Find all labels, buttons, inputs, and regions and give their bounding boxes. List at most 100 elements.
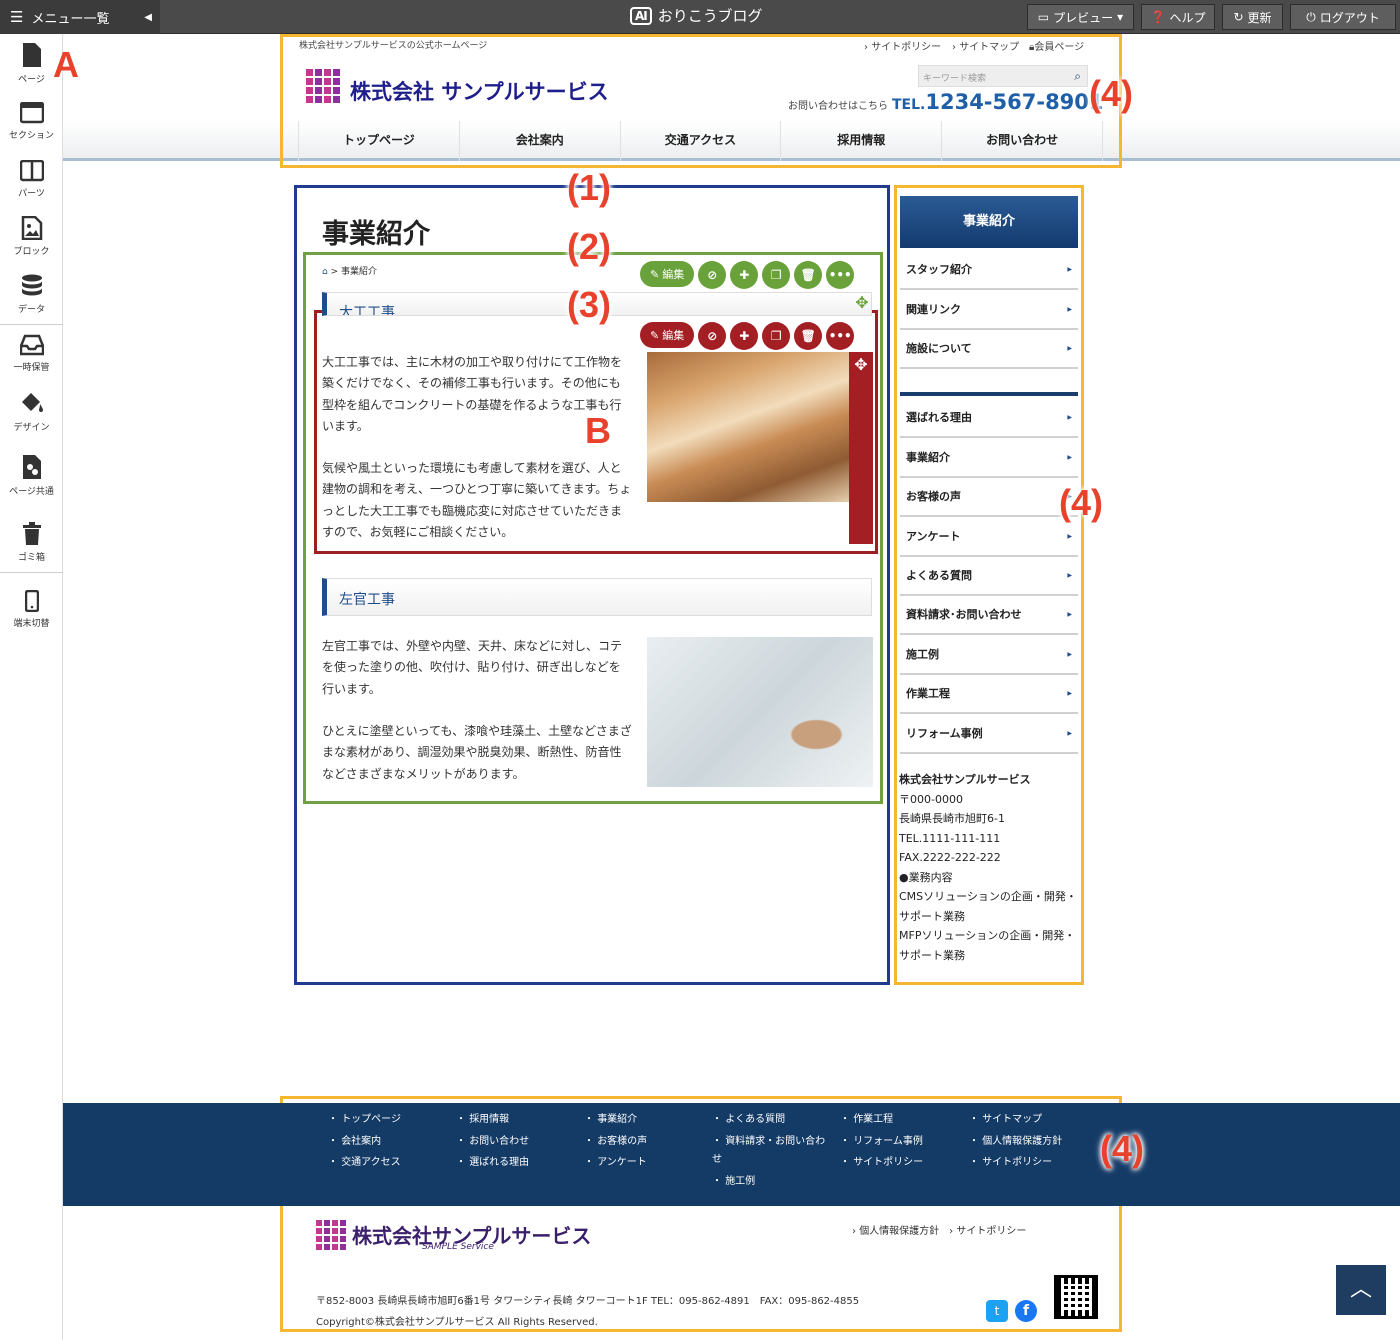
parts-edit-button[interactable]: ✎ 編集 [640, 322, 695, 348]
plastering-photo [647, 637, 873, 787]
footer-link[interactable]: ・ 施工例 [712, 1172, 755, 1187]
parts-add-button[interactable]: ✚ [730, 322, 759, 350]
section-more-button[interactable]: ••• [826, 261, 855, 289]
cms-topbar: ☰ メニュー一覧 ◀ AI おりこうブログ ▭ プレビュー ▾ ❓ ヘルプ ↻ 更新 ⏻… [0, 0, 1400, 34]
sidebar-item-shared-page[interactable]: ページ共通 [0, 454, 63, 497]
side-item-links[interactable]: 関連リンク ▶ [900, 290, 1078, 330]
sidebar-item-parts[interactable]: パーツ [0, 160, 63, 199]
footer-link[interactable]: ・ お問い合わせ [456, 1132, 529, 1147]
section-edit-button[interactable]: ✎ 編集 [640, 261, 695, 287]
twitter-icon[interactable]: t [986, 1300, 1008, 1322]
section-heading-plastering[interactable]: 左官工事 [322, 578, 872, 616]
section-icon [19, 102, 44, 124]
chevron-right-icon: ▶ [1067, 651, 1072, 658]
footer-link[interactable]: ・ アンケート [584, 1153, 647, 1168]
collapse-icon[interactable]: ◀ [144, 12, 152, 23]
footer-link-wrap[interactable]: せ [712, 1150, 722, 1165]
annotation-4-side: (4) [1059, 482, 1103, 523]
side-item-facility[interactable]: 施設について ▶ [900, 329, 1078, 369]
sidebar-item-trash[interactable]: ゴミ箱 [0, 522, 63, 563]
parts-delete-button[interactable]: 🗑︎ [794, 322, 823, 350]
annotation-a: A [53, 44, 80, 85]
footer-link-label: 個人情報保護方針 [982, 1136, 1063, 1147]
footer-link[interactable]: ・ 作業工程 [840, 1110, 893, 1125]
footer-link[interactable]: ・ 選ばれる理由 [456, 1153, 529, 1168]
home-icon[interactable]: ⌂ [322, 267, 328, 277]
annotation-3: (3) [567, 284, 611, 325]
sidebar-item-design[interactable]: デザイン [0, 390, 63, 433]
side-item-examples[interactable]: 施工例 ▶ [900, 635, 1078, 675]
cms-sidebar: ページ セクション パーツ ブロック データ 一時保管 デザイン ページ共通 ゴ… [0, 34, 63, 1340]
side-item-request[interactable]: 資料請求･お問い合わせ ▶ [900, 595, 1078, 635]
sidebar-item-temp-storage[interactable]: 一時保管 [0, 334, 63, 373]
parts-more-button[interactable]: ••• [826, 322, 855, 350]
footer-link[interactable]: ・ リフォーム事例 [840, 1132, 923, 1147]
footer-sub-links: › 個人情報保護方針 › サイトポリシー [852, 1226, 1027, 1237]
sidebar-label: ブロック [13, 247, 50, 257]
footer-logo-mark[interactable] [316, 1220, 346, 1250]
copy-icon: ❐ [770, 329, 782, 343]
section-visibility-button[interactable]: ⊘ [698, 261, 727, 289]
side-item-process[interactable]: 作業工程 ▶ [900, 674, 1078, 714]
side-item-label: 作業工程 [906, 687, 950, 700]
side-item-reform[interactable]: リフォーム事例 ▶ [900, 714, 1078, 754]
facebook-icon[interactable]: f [1015, 1300, 1037, 1322]
footer-link[interactable]: ・ よくある質問 [712, 1110, 785, 1125]
side-item-voices[interactable]: お客様の声 ▶ [900, 477, 1078, 517]
trash-icon: 🗑︎ [800, 329, 816, 343]
footer-link[interactable]: ・ 会社案内 [328, 1132, 381, 1147]
parts-copy-button[interactable]: ❐ [762, 322, 791, 350]
footer-link[interactable]: ・ サイトポリシー [840, 1153, 923, 1168]
section-move-icon[interactable]: ✥ [851, 291, 873, 313]
footer-policy-link[interactable]: サイトポリシー [956, 1226, 1026, 1237]
footer-link-label: お問い合わせ [469, 1136, 530, 1147]
brand-logo-icon: AI [630, 6, 652, 25]
side-item-faq[interactable]: よくある質問 ▶ [900, 556, 1078, 596]
sidebar-item-section[interactable]: セクション [0, 102, 63, 141]
parts-visibility-button[interactable]: ⊘ [698, 322, 727, 350]
help-button[interactable]: ❓ ヘルプ [1141, 4, 1215, 30]
menu-toggle[interactable]: ☰ メニュー一覧 ◀ [0, 0, 160, 34]
refresh-icon: ↻ [1233, 10, 1244, 24]
section-add-button[interactable]: ✚ [730, 261, 759, 289]
footer-link[interactable]: ・ サイトマップ [969, 1110, 1042, 1125]
refresh-button[interactable]: ↻ 更新 [1222, 4, 1283, 30]
side-item-staff[interactable]: スタッフ紹介 ▶ [900, 250, 1078, 290]
database-icon [21, 274, 42, 296]
eye-slash-icon: ⊘ [707, 329, 718, 343]
side-info-line: CMSソリューションの企画・開発・ [899, 890, 1077, 903]
sidebar-item-data[interactable]: データ [0, 274, 63, 315]
side-info-line: TEL.1111-111-111 [899, 832, 1001, 845]
footer-address: 〒852-8003 長崎県長崎市旭町6番1号 タワーシティ長崎 タワーコート1F… [316, 1296, 860, 1307]
side-item-reasons[interactable]: 選ばれる理由 ▶ [900, 398, 1078, 438]
section-delete-button[interactable]: 🗑︎ [794, 261, 823, 289]
back-to-top-button[interactable]: ︿ [1336, 1265, 1386, 1315]
trash-icon: 🗑︎ [800, 268, 816, 282]
side-item-business[interactable]: 事業紹介 ▶ [900, 438, 1078, 478]
footer-link[interactable]: ・ 事業紹介 [584, 1110, 637, 1125]
logout-button[interactable]: ⏻ ログアウト [1290, 4, 1396, 30]
sidebar-item-device-switch[interactable]: 端末切替 [0, 590, 63, 629]
header-area-frame [280, 34, 1122, 168]
footer-link[interactable]: ・ トップページ [328, 1110, 401, 1125]
sidebar-label: ゴミ箱 [17, 553, 45, 563]
chevron-right-icon: ▶ [1067, 414, 1072, 421]
side-item-label: 施設について [906, 342, 972, 355]
hamburger-icon: ☰ [10, 8, 24, 26]
footer-link[interactable]: ・ 個人情報保護方針 [969, 1132, 1062, 1147]
footer-link[interactable]: ・ 採用情報 [456, 1110, 509, 1125]
footer-link[interactable]: ・ サイトポリシー [969, 1153, 1052, 1168]
sidebar-item-block[interactable]: ブロック [0, 216, 63, 257]
parts-move-icon[interactable]: ✥ [850, 353, 872, 375]
shared-page-icon [22, 455, 41, 479]
chevron-right-icon: ▶ [1067, 266, 1072, 273]
footer-link[interactable]: ・ 交通アクセス [328, 1153, 401, 1168]
side-item-survey[interactable]: アンケート ▶ [900, 517, 1078, 557]
section-copy-button[interactable]: ❐ [762, 261, 791, 289]
breadcrumb: ⌂ > 事業紹介 [322, 267, 377, 277]
footer-link[interactable]: ・ 資料請求・お問い合わ [712, 1132, 825, 1147]
footer-privacy-link[interactable]: 個人情報保護方針 [859, 1226, 939, 1237]
refresh-label: 更新 [1247, 10, 1272, 25]
footer-link[interactable]: ・ お客様の声 [584, 1132, 647, 1147]
preview-button[interactable]: ▭ プレビュー ▾ [1027, 4, 1134, 30]
